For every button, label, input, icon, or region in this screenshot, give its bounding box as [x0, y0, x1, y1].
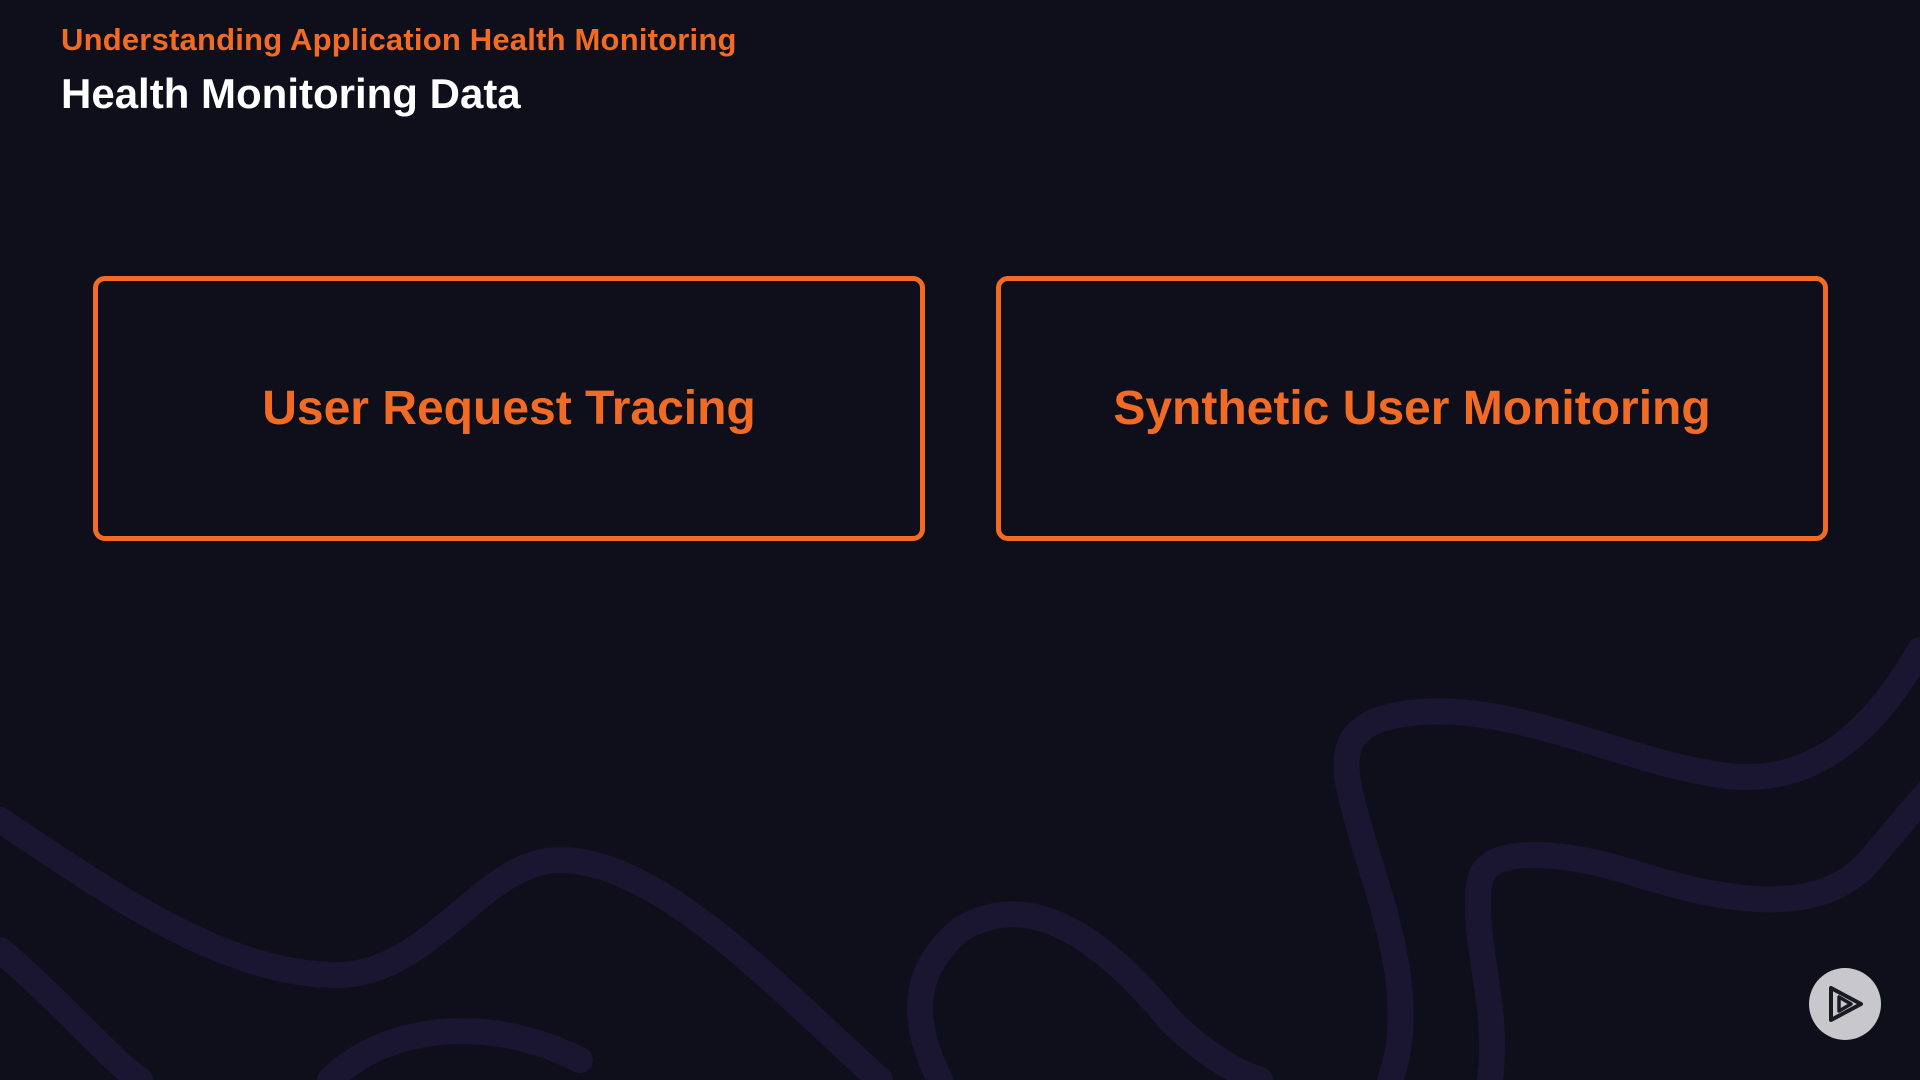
- play-triangle-icon: [1829, 986, 1863, 1022]
- card-label: Synthetic User Monitoring: [1113, 382, 1711, 435]
- card-label: User Request Tracing: [262, 382, 756, 435]
- card-synthetic-user-monitoring: Synthetic User Monitoring: [996, 276, 1828, 541]
- slide-title: Health Monitoring Data: [61, 70, 521, 117]
- section-title: Understanding Application Health Monitor…: [61, 22, 737, 57]
- slide: Understanding Application Health Monitor…: [0, 0, 1920, 1080]
- play-logo-icon: [1809, 968, 1881, 1040]
- card-user-request-tracing: User Request Tracing: [93, 276, 925, 541]
